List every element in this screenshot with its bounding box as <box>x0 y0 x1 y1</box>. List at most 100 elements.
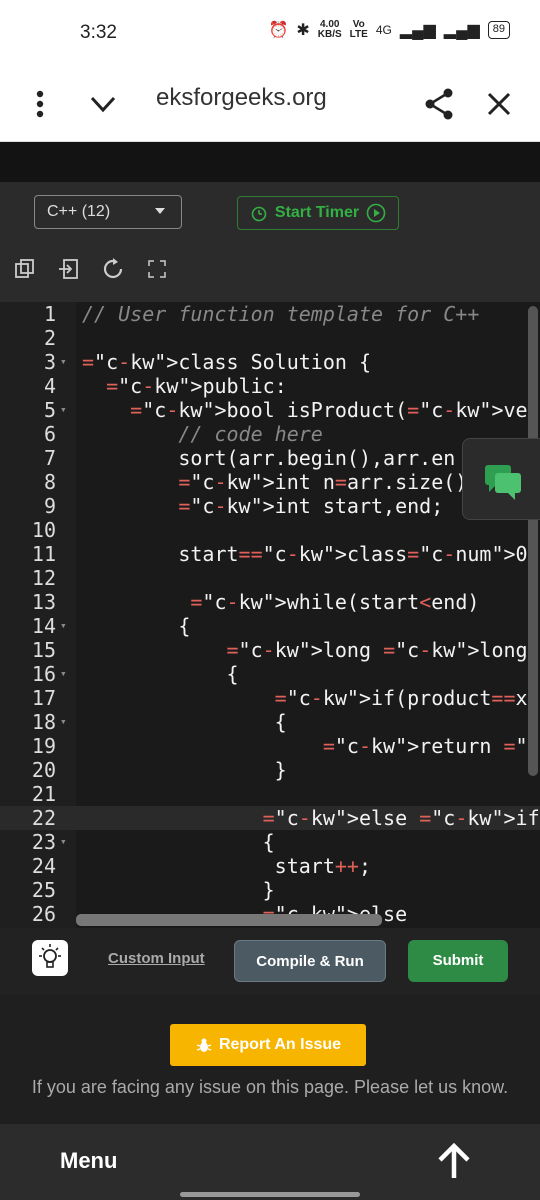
fold-caret-icon[interactable]: ▾ <box>60 398 67 422</box>
line-number: 8 <box>43 470 56 494</box>
url-text[interactable]: eksforgeeks.org <box>156 84 327 112</box>
code-text: ="c-kw">while(start<end) <box>190 590 480 614</box>
line-number: 25 <box>31 878 56 902</box>
line-number: 21 <box>31 782 56 806</box>
start-timer-button[interactable]: Start Timer <box>237 196 399 230</box>
code-line-14[interactable]: 14 ▾ { <box>0 614 540 638</box>
code-line-17[interactable]: 17 ="c-kw">if(product==x) <box>0 686 540 710</box>
code-line-11[interactable]: 11 start=="c-kw">class="c-num">0,end=n-=… <box>0 542 540 566</box>
code-text: ="c-kw">else ="c-kw">if(product<x) <box>262 806 540 830</box>
code-text: { <box>82 614 191 638</box>
issue-help-text: If you are facing any issue on this page… <box>31 1077 509 1097</box>
menu-button[interactable]: Menu <box>60 1148 117 1174</box>
code-text: { <box>82 662 239 686</box>
code-line-23[interactable]: 23 ▾ { <box>0 830 540 854</box>
code-line-9[interactable]: 9 ="c-kw">int start,end; <box>0 494 540 518</box>
reset-icon[interactable] <box>102 258 126 282</box>
line-number: 15 <box>31 638 56 662</box>
line-number: 10 <box>31 518 56 542</box>
code-line-13[interactable]: 13 ="c-kw">while(start<end) <box>0 590 540 614</box>
import-icon[interactable] <box>58 258 82 282</box>
code-editor[interactable]: 1// User function template for C++ 2 3 ▾ ="c… <box>0 302 540 928</box>
code-text: sort(arr.begin(),arr.en <box>82 446 456 470</box>
page-footer: Report An Issue If you are facing any is… <box>0 994 540 1124</box>
code-line-4[interactable]: 4 ="c-kw">public: <box>0 374 540 398</box>
action-bar: Custom Input Compile & Run Submit <box>0 928 540 994</box>
fold-caret-icon[interactable]: ▾ <box>60 830 67 854</box>
code-line-16[interactable]: 16 ▾ { <box>0 662 540 686</box>
line-number: 13 <box>31 590 56 614</box>
code-text: start++; <box>82 854 372 878</box>
fullscreen-icon[interactable] <box>146 258 170 282</box>
custom-input-link[interactable]: Custom Input <box>108 950 205 967</box>
horizontal-scrollbar[interactable] <box>76 914 382 926</box>
code-line-24[interactable]: 24 start++; <box>0 854 540 878</box>
compile-run-button[interactable]: Compile & Run <box>234 940 386 982</box>
battery-indicator: 89 <box>487 21 510 39</box>
code-text: ="c-kw">if(product==x) <box>274 686 540 710</box>
scroll-top-icon[interactable] <box>434 1142 474 1182</box>
code-text: ="c-kw">bool isProduct(="c-kw">vector<="… <box>130 398 540 422</box>
hint-button[interactable] <box>32 940 68 976</box>
code-line-19[interactable]: 19 ="c-kw">return ="c-kw">class="c-num">… <box>0 734 540 758</box>
code-line-12[interactable]: 12 <box>0 566 540 590</box>
line-number: 1 <box>43 302 56 326</box>
code-text: } <box>82 878 275 902</box>
chevron-down-icon[interactable] <box>86 86 120 122</box>
line-number: 19 <box>31 734 56 758</box>
line-number: 6 <box>43 422 56 446</box>
code-line-18[interactable]: 18 ▾ { <box>0 710 540 734</box>
network-speed: 4.00 KB/S <box>317 19 342 40</box>
code-line-22[interactable]: 22 ="c-kw">else ="c-kw">if(product<x) <box>0 806 540 830</box>
bluetooth-icon: ✱ <box>296 22 310 39</box>
line-number: 24 <box>31 854 56 878</box>
line-number: 7 <box>43 446 56 470</box>
code-text: ="c-kw">return ="c-kw">class="c-num">1; <box>322 734 540 758</box>
code-line-25[interactable]: 25 } <box>0 878 540 902</box>
close-icon[interactable] <box>482 84 516 124</box>
bug-icon <box>196 1038 212 1052</box>
play-icon <box>366 203 386 223</box>
fold-caret-icon[interactable]: ▾ <box>60 614 67 638</box>
line-number: 11 <box>31 542 56 566</box>
vertical-scrollbar[interactable] <box>528 306 538 776</box>
code-text: // code here <box>82 422 323 446</box>
status-icons: ⏰ ✱ 4.00 KB/S Vo LTE 4G ▂▄▆ ▂▄▆ 89 <box>268 20 510 40</box>
code-line-6[interactable]: 6 // code here <box>0 422 540 446</box>
fold-caret-icon[interactable]: ▾ <box>60 662 67 686</box>
code-line-5[interactable]: 5▾ ="c-kw">bool isProduct(="c-kw">vector… <box>0 398 540 422</box>
line-number: 26 <box>31 902 56 926</box>
signal-icon-2: ▂▄▆ <box>443 22 480 39</box>
copy-icon[interactable] <box>14 258 38 282</box>
status-bar: 3:32 ⏰ ✱ 4.00 KB/S Vo LTE 4G ▂▄▆ ▂▄▆ 89 <box>0 0 540 68</box>
code-line-10[interactable]: 10 <box>0 518 540 542</box>
chat-button[interactable] <box>462 438 540 520</box>
browser-toolbar: eksforgeeks.org <box>0 68 540 142</box>
bottom-menu-bar: Menu <box>0 1124 540 1200</box>
code-line-15[interactable]: 15 ="c-kw">long ="c-kw">long product=="c… <box>0 638 540 662</box>
code-line-7[interactable]: 7 sort(arr.begin(),arr.en <box>0 446 540 470</box>
code-line-3[interactable]: 3 ▾ ="c-kw">class Solution { <box>0 350 540 374</box>
fold-caret-icon[interactable]: ▾ <box>60 710 67 734</box>
home-indicator[interactable] <box>180 1192 360 1197</box>
code-line-20[interactable]: 20 } <box>0 758 540 782</box>
code-line-1[interactable]: 1 // User function template for C++ <box>0 302 540 326</box>
code-text: ="c-kw">int n=arr.size(); <box>178 470 480 494</box>
code-line-2[interactable]: 2 <box>0 326 540 350</box>
more-options-icon[interactable] <box>28 86 52 122</box>
line-number: 5 <box>43 398 56 422</box>
line-number: 18 <box>31 710 56 734</box>
line-number: 9 <box>43 494 56 518</box>
code-line-21[interactable]: 21 <box>0 782 540 806</box>
fold-caret-icon[interactable]: ▾ <box>60 350 67 374</box>
line-number: 17 <box>31 686 56 710</box>
submit-button[interactable]: Submit <box>408 940 508 982</box>
code-text: ="c-kw">long ="c-kw">long product=="c-kw… <box>226 638 540 662</box>
language-select[interactable]: C++ (12) <box>34 195 182 229</box>
code-line-8[interactable]: 8 ="c-kw">int n=arr.size(); <box>0 470 540 494</box>
report-issue-button[interactable]: Report An Issue <box>170 1024 366 1066</box>
network-type: 4G <box>375 23 392 37</box>
alarm-icon: ⏰ <box>268 22 289 39</box>
share-icon[interactable] <box>422 84 456 124</box>
code-text: { <box>82 830 275 854</box>
